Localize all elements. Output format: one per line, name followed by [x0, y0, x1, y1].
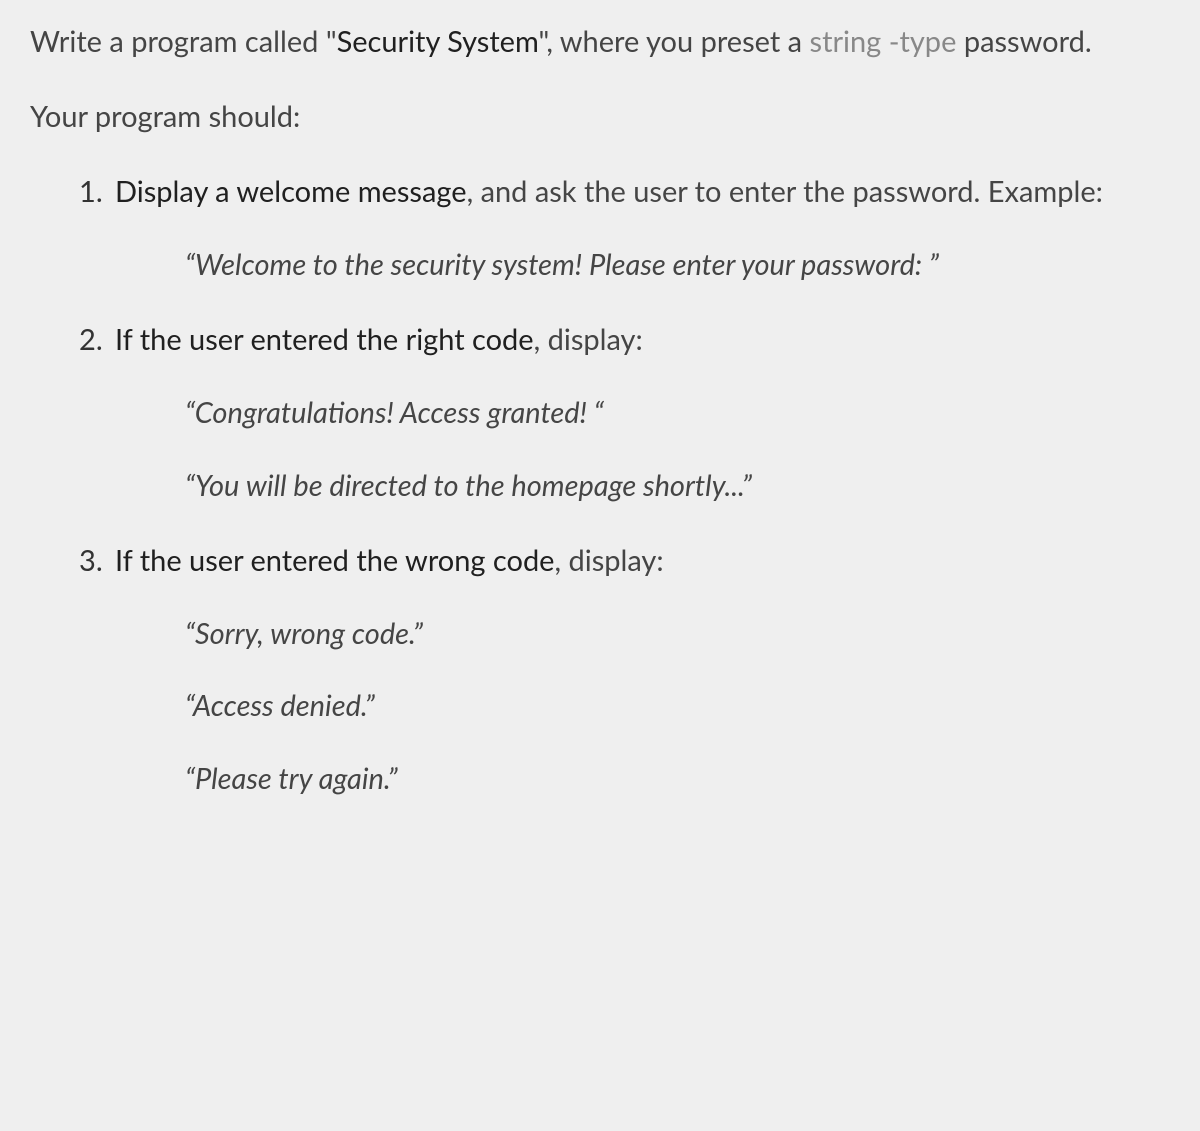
quote-line: “Welcome to the security system! Please …: [185, 243, 1170, 288]
program-name: Security System: [337, 24, 539, 59]
intro-paragraph: Write a program called "Security System"…: [30, 20, 1170, 65]
quote-block: “Welcome to the security system! Please …: [115, 243, 1170, 288]
quote-line: “Please try again.”: [185, 757, 1170, 802]
quote-line: “You will be directed to the homepage sh…: [185, 464, 1170, 509]
intro-text-2: ", where you preset a: [539, 24, 810, 59]
intro-text-3: password.: [964, 24, 1092, 59]
lead-paragraph: Your program should:: [30, 95, 1170, 140]
quote-line: “Access denied.”: [185, 684, 1170, 729]
step-rest: , and ask the user to enter the password…: [467, 174, 1103, 209]
list-item: Display a welcome message, and ask the u…: [115, 170, 1170, 288]
document-body: Write a program called "Security System"…: [30, 20, 1170, 802]
step-strong: Display a welcome message: [115, 174, 467, 209]
intro-text-1: Write a program called ": [30, 24, 337, 59]
step-strong: If the user entered the right code: [115, 322, 534, 357]
type-keyword-2: -type: [881, 24, 964, 59]
type-keyword-1: string: [810, 24, 882, 59]
step-rest: , display:: [555, 543, 664, 578]
quote-block: “Congratulations! Access granted! “ “You…: [115, 391, 1170, 509]
list-item: If the user entered the right code, disp…: [115, 318, 1170, 509]
step-rest: , display:: [534, 322, 643, 357]
quote-block: “Sorry, wrong code.” “Access denied.” “P…: [115, 612, 1170, 803]
step-strong: If the user entered the wrong code: [115, 543, 555, 578]
quote-line: “Sorry, wrong code.”: [185, 612, 1170, 657]
list-item: If the user entered the wrong code, disp…: [115, 539, 1170, 803]
quote-line: “Congratulations! Access granted! “: [185, 391, 1170, 436]
steps-list: Display a welcome message, and ask the u…: [30, 170, 1170, 802]
